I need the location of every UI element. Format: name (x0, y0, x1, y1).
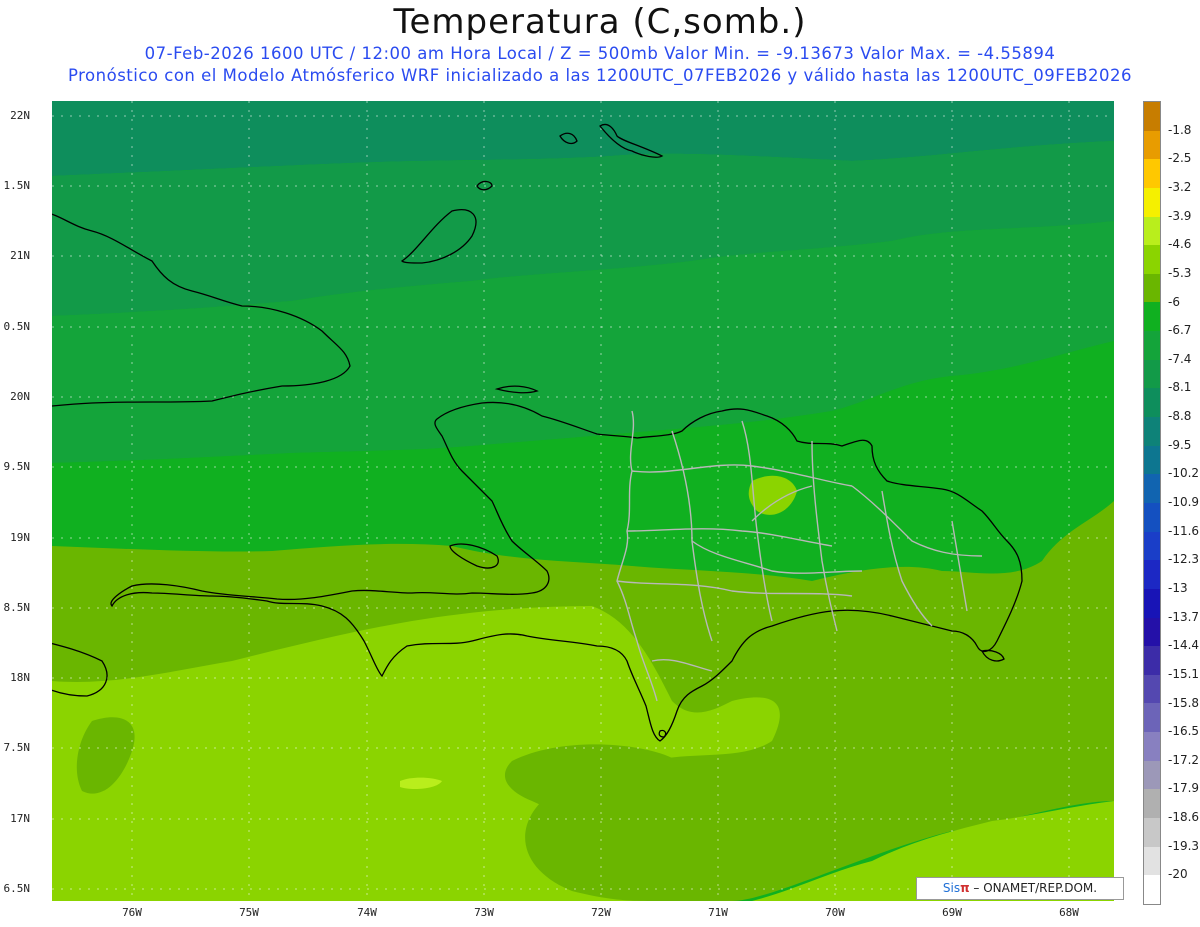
colorbar-segment (1144, 531, 1160, 561)
colorbar-label: -17.2 (1168, 752, 1200, 767)
colorbar-label: -1.8 (1168, 122, 1192, 137)
colorbar-label: -18.6 (1168, 810, 1200, 825)
colorbar-label: -15.8 (1168, 695, 1200, 710)
colorbar-segment (1144, 588, 1160, 618)
lon-label: 68W (1059, 906, 1079, 919)
colorbar-label: -13 (1168, 580, 1188, 595)
colorbar (1143, 101, 1161, 905)
credit-box: Sisπ – ONAMET/REP.DOM. (916, 877, 1124, 900)
colorbar-segment (1144, 502, 1160, 532)
colorbar-segment (1144, 617, 1160, 647)
lat-label: 6.5N (3, 882, 31, 895)
colorbar-label: -19.3 (1168, 838, 1200, 853)
colorbar-label: -12.3 (1168, 552, 1200, 567)
colorbar-label: -17.9 (1168, 781, 1200, 796)
colorbar-segment (1144, 302, 1160, 332)
colorbar-label: -7.4 (1168, 351, 1192, 366)
colorbar-label: -20 (1168, 867, 1188, 882)
lon-label: 71W (708, 906, 728, 919)
colorbar-segment (1144, 445, 1160, 475)
lat-label: 7.5N (3, 741, 31, 754)
colorbar-label: -16.5 (1168, 724, 1200, 739)
colorbar-segment (1144, 159, 1160, 188)
colorbar-label: -8.1 (1168, 380, 1192, 395)
chart-title: Temperatura (C,somb.) (393, 2, 807, 42)
colorbar-segment (1144, 245, 1160, 274)
colorbar-label: -10.9 (1168, 495, 1200, 509)
colorbar-segment (1144, 216, 1160, 246)
lon-label: 74W (357, 906, 377, 919)
lon-label: 69W (942, 906, 962, 919)
colorbar-label: -10.2 (1168, 466, 1200, 481)
credit-pi-symbol: π (960, 881, 970, 895)
colorbar-segment (1144, 560, 1160, 589)
lat-label: 20N (10, 390, 30, 403)
colorbar-label: -6 (1168, 294, 1180, 309)
colorbar-label: -8.8 (1168, 409, 1192, 424)
lat-label: 1.5N (3, 179, 31, 192)
colorbar-segment (1144, 187, 1160, 217)
colorbar-segment (1144, 846, 1160, 876)
colorbar-label: -11.6 (1168, 523, 1200, 538)
temperature-map (52, 101, 1114, 901)
lat-label: 22N (10, 109, 30, 122)
lon-label: 72W (591, 906, 611, 919)
colorbar-segment (1144, 674, 1160, 704)
colorbar-segment (1144, 875, 1160, 904)
colorbar-segment (1144, 818, 1160, 847)
colorbar-segment (1144, 130, 1160, 160)
colorbar-label: -3.9 (1168, 208, 1192, 223)
colorbar-label: -5.3 (1168, 265, 1192, 280)
lat-label: 18N (10, 671, 30, 684)
lon-label: 70W (825, 906, 845, 919)
colorbar-segment (1144, 359, 1160, 389)
lon-label: 76W (122, 906, 142, 919)
colorbar-segment (1144, 388, 1160, 418)
colorbar-segment (1144, 703, 1160, 733)
colorbar-label: -6.7 (1168, 323, 1192, 338)
colorbar-label: -15.1 (1168, 666, 1200, 681)
colorbar-segment (1144, 102, 1160, 131)
colorbar-segment (1144, 789, 1160, 819)
colorbar-segment (1144, 273, 1160, 303)
chart-subtitle-model: Pronóstico con el Modelo Atmósferico WRF… (67, 66, 1133, 85)
lon-label: 73W (474, 906, 494, 919)
lon-label: 75W (239, 906, 259, 919)
colorbar-segment (1144, 646, 1160, 675)
colorbar-label: -14.4 (1168, 638, 1200, 653)
colorbar-label: -3.2 (1168, 179, 1192, 194)
lat-label: 8.5N (3, 601, 31, 614)
colorbar-segment (1144, 760, 1160, 790)
chart-subtitle-validity: 07-Feb-2026 1600 UTC / 12:00 am Hora Loc… (144, 44, 1056, 63)
credit-text: – ONAMET/REP.DOM. (969, 881, 1098, 895)
colorbar-segment (1144, 474, 1160, 503)
credit-brand: Sis (942, 881, 961, 895)
lat-label: 19N (10, 531, 30, 544)
colorbar-segment (1144, 417, 1160, 446)
colorbar-label: -9.5 (1168, 437, 1192, 452)
lat-label: 21N (10, 249, 30, 262)
lat-label: 9.5N (3, 460, 31, 473)
colorbar-segment (1144, 732, 1160, 761)
colorbar-label: -13.7 (1168, 609, 1200, 624)
colorbar-label: -4.6 (1168, 237, 1192, 252)
colorbar-label: -2.5 (1168, 151, 1192, 166)
lat-label: 0.5N (3, 320, 31, 333)
colorbar-segment (1144, 331, 1160, 360)
lat-label: 17N (10, 812, 30, 825)
